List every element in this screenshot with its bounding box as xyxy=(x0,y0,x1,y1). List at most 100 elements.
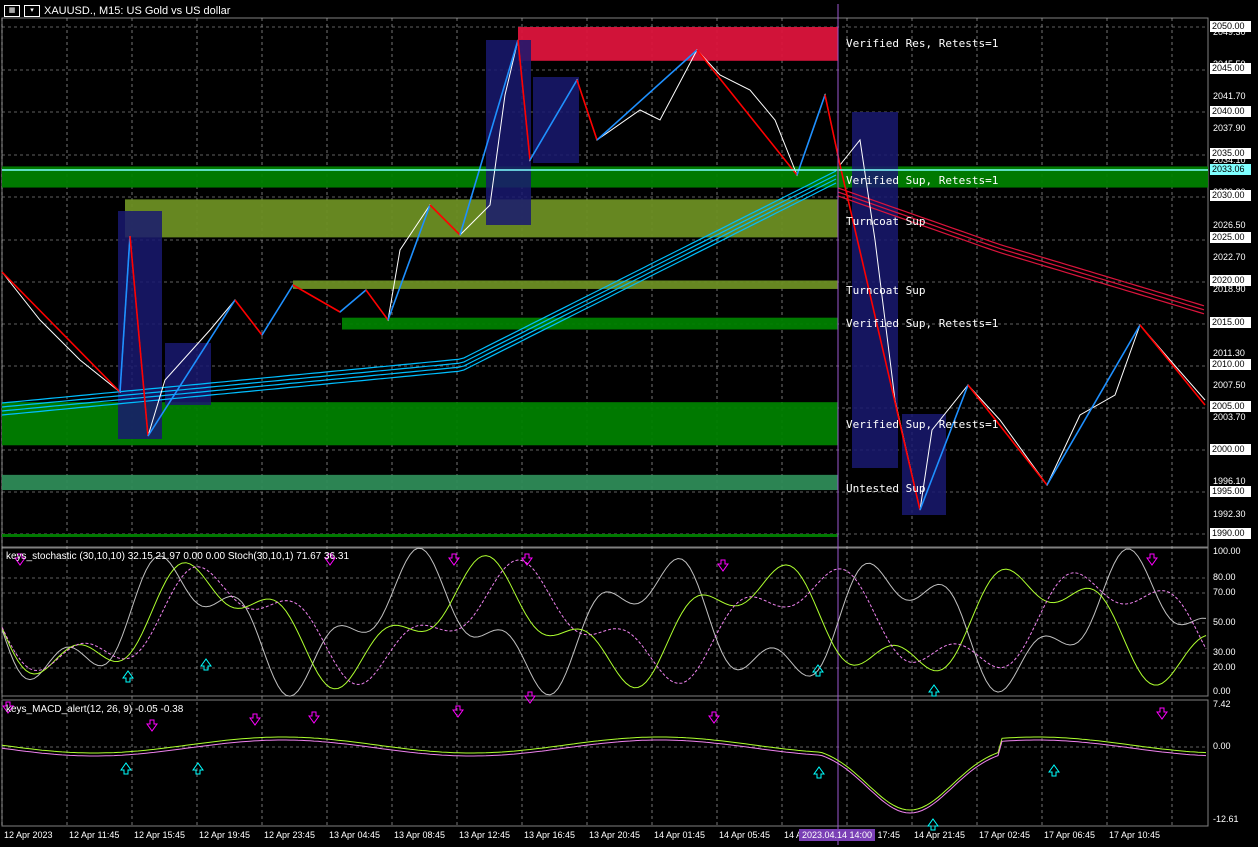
zone-label: Untested Sup xyxy=(846,482,926,495)
zone-label: Verified Res, Retests=1 xyxy=(846,37,999,50)
stoch-axis-label: 0.00 xyxy=(1213,686,1231,696)
down-arrow-icon xyxy=(1156,707,1168,720)
time-axis-label: 14 Apr 01:45 xyxy=(654,830,706,840)
price-level-box: 2015.00 xyxy=(1210,316,1251,328)
price-axis-label: 2003.70 xyxy=(1213,412,1246,423)
time-axis-label: 14 Apr 21:45 xyxy=(914,830,966,840)
zigzag-segment xyxy=(576,79,598,141)
price-level-box: 2005.00 xyxy=(1210,401,1251,413)
time-axis-label: 12 Apr 15:45 xyxy=(134,830,186,840)
price-level-box: 2025.00 xyxy=(1210,232,1251,244)
untested-zone xyxy=(2,474,838,491)
up-arrow-icon xyxy=(122,670,134,683)
time-axis-label: 13 Apr 20:45 xyxy=(589,830,641,840)
up-arrow-icon xyxy=(1048,764,1060,777)
zone-label: Verified Sup, Retests=1 xyxy=(846,174,999,187)
macd-panel-frame xyxy=(1,699,1209,827)
zigzag-segment xyxy=(967,384,1048,486)
macd-title: keys_MACD_alert(12, 26, 9) -0.05 -0.38 xyxy=(6,704,184,715)
down-arrow-icon xyxy=(308,711,320,724)
zigzag-segment xyxy=(1139,324,1206,406)
macd-line xyxy=(1,736,1207,811)
zigzag-segment xyxy=(292,284,341,313)
chart-header: ▦ ▾ XAUUSD., M15: US Gold vs US dollar xyxy=(4,5,230,17)
time-axis-label: 12 Apr 11:45 xyxy=(69,830,120,840)
zigzag-segment xyxy=(339,289,367,313)
time-axis-label: 12 Apr 19:45 xyxy=(199,830,251,840)
zigzag-segment xyxy=(1,271,121,393)
macd-signal-line xyxy=(1,739,1207,814)
up-arrow-icon xyxy=(200,658,212,671)
time-axis-label: 13 Apr 16:45 xyxy=(524,830,576,840)
grid-icon[interactable]: ▦ xyxy=(4,5,20,17)
time-axis-label: 13 Apr 04:45 xyxy=(329,830,381,840)
price-level-box: 1990.00 xyxy=(1210,528,1251,539)
price-axis-label: 1992.30 xyxy=(1213,508,1246,519)
price-level-box: 2020.00 xyxy=(1210,274,1251,286)
down-arrow-icon xyxy=(452,705,464,718)
price-level-box: 2040.00 xyxy=(1210,105,1251,117)
down-arrow-icon xyxy=(448,553,460,566)
stoch-signal-line xyxy=(1,559,1207,686)
down-arrow-icon xyxy=(717,559,729,572)
down-arrow-icon xyxy=(708,711,720,724)
zone-label: Verified Sup, Retests=1 xyxy=(846,317,999,330)
zigzag-segment xyxy=(1046,324,1141,486)
symbol-title: XAUUSD., M15: US Gold vs US dollar xyxy=(44,5,231,17)
price-level-box: 2033.06 xyxy=(1210,164,1251,176)
stochastic-title: keys_stochastic (30,10,10) 32.15 21.97 0… xyxy=(6,551,350,562)
stoch-axis-label: 70.00 xyxy=(1213,587,1236,597)
stoch-fast-line xyxy=(1,547,1207,697)
up-arrow-icon xyxy=(928,684,940,697)
save-icon[interactable]: ▾ xyxy=(24,5,40,17)
resistance-zone xyxy=(518,27,838,61)
price-level-box: 2050.00 xyxy=(1210,21,1251,32)
zigzag-segment xyxy=(234,299,263,336)
down-arrow-icon xyxy=(249,713,261,726)
zone-label: Turncoat Sup xyxy=(846,215,926,228)
price-level-box: 2030.00 xyxy=(1210,190,1251,201)
support-zone xyxy=(342,317,838,330)
macd-axis-label: 0.00 xyxy=(1213,741,1231,751)
time-axis-label: 13 Apr 08:45 xyxy=(394,830,446,840)
stoch-axis-label: 20.00 xyxy=(1213,662,1236,672)
stoch-axis-label: 50.00 xyxy=(1213,617,1236,627)
price-axis-label: 2011.30 xyxy=(1213,348,1245,358)
stoch-axis-label: 30.00 xyxy=(1213,647,1236,657)
time-axis-label: 17 Apr 10:45 xyxy=(1109,830,1161,840)
price-level-box: 2035.00 xyxy=(1210,147,1251,159)
zigzag-segment xyxy=(796,94,826,176)
time-axis-label: 17 Apr 06:45 xyxy=(1044,830,1096,840)
price-axis-label: 2022.70 xyxy=(1213,251,1246,262)
price-axis-label: 2007.50 xyxy=(1213,380,1246,391)
price-level-box: 2000.00 xyxy=(1210,443,1251,455)
down-arrow-icon xyxy=(146,719,158,732)
macd-axis-label: 7.42 xyxy=(1213,699,1231,709)
stoch-axis-label: 100.00 xyxy=(1213,546,1241,556)
chart-canvas[interactable] xyxy=(0,0,1258,847)
price-axis-label: 2041.70 xyxy=(1213,91,1246,102)
time-axis-label: 12 Apr 23:45 xyxy=(264,830,316,840)
macd-axis-label: -12.61 xyxy=(1213,814,1239,824)
up-arrow-icon xyxy=(813,766,825,779)
time-axis-label: 17 Apr 02:45 xyxy=(979,830,1031,840)
crosshair-time-label: 2023.04.14 14:00 xyxy=(799,829,876,841)
price-level-box: 1995.00 xyxy=(1210,485,1251,497)
price-axis-label: 2037.90 xyxy=(1213,123,1246,134)
up-arrow-icon xyxy=(927,818,939,831)
turncoat-zone xyxy=(293,280,838,289)
pattern-box xyxy=(486,40,531,225)
price-level-box: 2045.00 xyxy=(1210,63,1251,75)
down-arrow-icon xyxy=(1146,553,1158,566)
time-axis-label: 13 Apr 12:45 xyxy=(459,830,511,840)
down-arrow-icon xyxy=(524,691,536,704)
zone-label: Turncoat Sup xyxy=(846,284,926,297)
price-axis-label: 2026.50 xyxy=(1213,219,1246,230)
zigzag-segment xyxy=(365,289,389,321)
zigzag-segment xyxy=(261,284,294,336)
up-arrow-icon xyxy=(120,762,132,775)
price-level-box: 2010.00 xyxy=(1210,359,1251,370)
stoch-panel-frame xyxy=(1,547,1209,697)
time-axis-label: 14 Apr 05:45 xyxy=(719,830,771,840)
zigzag-segment xyxy=(596,49,698,141)
